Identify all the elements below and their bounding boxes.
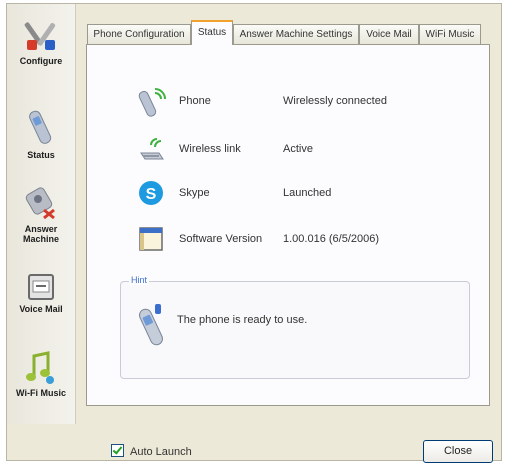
hint-text: The phone is ready to use. xyxy=(177,314,308,326)
tools-icon xyxy=(24,22,56,50)
sidebar-item-label: Status xyxy=(27,150,55,160)
tab-answer-machine-settings[interactable]: Answer Machine Settings xyxy=(233,24,359,44)
status-value: Active xyxy=(283,143,313,155)
wireless-link-icon xyxy=(140,138,164,160)
status-value: 1.00.016 (6/5/2006) xyxy=(283,233,380,245)
status-row-skype: S Skype Launched xyxy=(137,179,477,209)
sidebar-item-configure[interactable]: Configure xyxy=(7,18,75,66)
dialog-window: Configure Status Answer Machine Voice Ma… xyxy=(6,3,502,463)
software-window-icon xyxy=(139,227,163,251)
tab-wifi-music[interactable]: WiFi Music xyxy=(419,24,481,44)
status-row-phone: Phone Wirelessly connected xyxy=(137,87,477,117)
sidebar-item-label: Configure xyxy=(19,56,63,66)
music-icon xyxy=(26,351,54,384)
tab-voice-mail[interactable]: Voice Mail xyxy=(359,24,419,44)
checkmark-icon xyxy=(112,444,123,455)
svg-text:S: S xyxy=(146,186,157,203)
status-row-wireless-link: Wireless link Active xyxy=(137,135,477,165)
skype-icon: S xyxy=(139,181,163,205)
sidebar-item-label: Answer Machine xyxy=(22,224,59,244)
status-panel: Phone Wirelessly connected Wireless link… xyxy=(86,44,490,406)
status-name: Software Version xyxy=(179,233,263,245)
auto-launch-checkbox[interactable]: Auto Launch xyxy=(111,444,192,458)
sidebar: Configure Status Answer Machine Voice Ma… xyxy=(7,4,76,424)
sidebar-item-wifi-music[interactable]: Wi-Fi Music xyxy=(7,350,75,398)
answering-machine-icon xyxy=(25,187,55,220)
status-value: Launched xyxy=(283,187,332,199)
phone-icon xyxy=(29,110,52,144)
status-value: Wirelessly connected xyxy=(283,95,387,107)
voice-mail-icon xyxy=(28,274,54,300)
sidebar-item-label: Voice Mail xyxy=(19,304,63,314)
hint-title: Hint xyxy=(129,275,150,285)
status-name: Wireless link xyxy=(179,143,241,155)
status-name: Phone xyxy=(179,95,211,107)
close-button[interactable]: Close xyxy=(423,440,493,463)
sidebar-item-answer-machine[interactable]: Answer Machine xyxy=(7,184,75,244)
status-name: Skype xyxy=(179,187,210,199)
checkbox-box[interactable] xyxy=(111,444,124,457)
auto-launch-label: Auto Launch xyxy=(130,446,192,458)
sidebar-item-voice-mail[interactable]: Voice Mail xyxy=(7,272,75,314)
phone-hint-icon xyxy=(139,304,163,346)
phone-signal-icon xyxy=(138,88,166,117)
sidebar-item-status[interactable]: Status xyxy=(7,108,75,160)
tab-status[interactable]: Status xyxy=(191,20,233,45)
sidebar-item-label: Wi-Fi Music xyxy=(16,388,66,398)
status-row-software-version: Software Version 1.00.016 (6/5/2006) xyxy=(137,225,477,255)
tab-phone-configuration[interactable]: Phone Configuration xyxy=(87,24,191,44)
hint-box: Hint The phone is ready to use. xyxy=(120,275,470,379)
